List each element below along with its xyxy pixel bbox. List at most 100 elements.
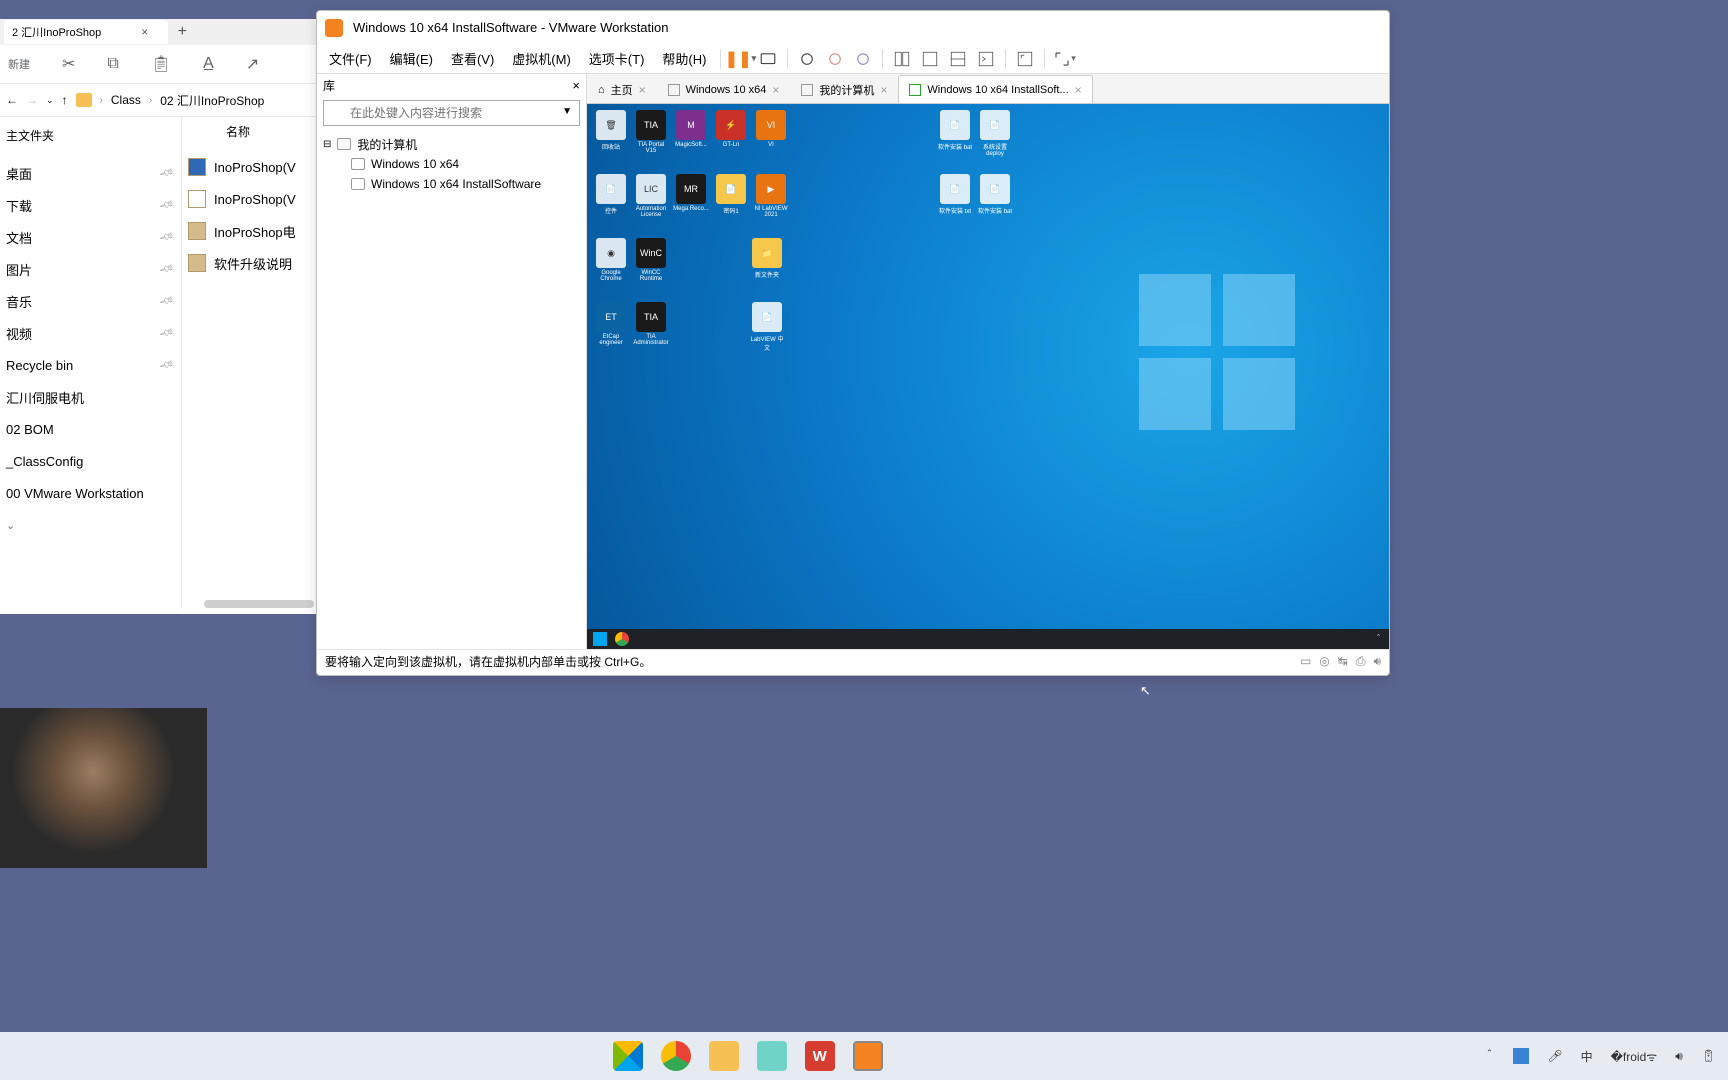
file-row[interactable]: InoProShop(V bbox=[182, 183, 316, 215]
app-icon[interactable] bbox=[757, 1041, 787, 1071]
rename-icon[interactable]: A̲ bbox=[203, 55, 214, 73]
menu-vm[interactable]: 虚拟机(M) bbox=[504, 45, 579, 72]
new-tab-button[interactable]: + bbox=[168, 23, 196, 41]
desktop-icon-folder[interactable]: 📁新文件夹 bbox=[749, 238, 785, 279]
tree-root[interactable]: ⊟ 我的计算机 bbox=[323, 134, 580, 154]
sidebar-item-documents[interactable]: 文档📌︎ bbox=[0, 221, 181, 253]
close-icon[interactable]: × bbox=[639, 83, 646, 97]
desktop-icon-recyclebin[interactable]: 🗑︎回收站 bbox=[593, 110, 629, 154]
breadcrumb-segment[interactable]: 02 汇川InoProShop bbox=[160, 92, 264, 109]
device-sound-icon[interactable]: 🔊︎ bbox=[1373, 654, 1381, 669]
sidebar-item-downloads[interactable]: 下载📌︎ bbox=[0, 189, 181, 221]
sidebar-item[interactable]: 02 BOM bbox=[0, 413, 181, 445]
desktop-icon[interactable]: 📄软件安装 bat bbox=[937, 110, 973, 157]
sidebar-item[interactable]: _ClassConfig bbox=[0, 445, 181, 477]
sidebar-item-desktop[interactable]: 桌面📌︎ bbox=[0, 157, 181, 189]
close-icon[interactable]: × bbox=[1075, 83, 1082, 97]
desktop-icon-chrome[interactable]: ◉Google Chrome bbox=[593, 238, 629, 282]
back-icon[interactable]: ← bbox=[6, 93, 18, 107]
chevron-down-icon[interactable]: ⌄ bbox=[46, 95, 54, 106]
menu-file[interactable]: 文件(F) bbox=[321, 45, 380, 72]
new-button[interactable]: 新建 bbox=[8, 56, 30, 72]
desktop-icon[interactable]: ⚡GT-Ln bbox=[713, 110, 749, 154]
device-net-icon[interactable]: ↹ bbox=[1338, 654, 1348, 669]
sidebar-item-videos[interactable]: 视频📌︎ bbox=[0, 317, 181, 349]
file-row[interactable]: InoProShop(V bbox=[182, 151, 316, 183]
send-ctrl-alt-del-icon[interactable] bbox=[755, 46, 781, 72]
chrome-icon[interactable] bbox=[661, 1041, 691, 1071]
explorer-icon[interactable] bbox=[709, 1041, 739, 1071]
volume-icon[interactable]: 🔊︎ bbox=[1675, 1049, 1683, 1064]
sidebar-item[interactable]: 00 VMware Workstation bbox=[0, 477, 181, 509]
chevron-down-icon[interactable]: ▼ bbox=[562, 106, 572, 117]
snapshot-manager-icon[interactable] bbox=[850, 46, 876, 72]
tab-vm[interactable]: Windows 10 x64× bbox=[657, 75, 791, 103]
share-icon[interactable]: ↗ bbox=[246, 54, 259, 74]
cut-icon[interactable]: ✂︎ bbox=[62, 54, 75, 74]
desktop-icon[interactable]: ETEtCap engineer bbox=[593, 302, 629, 346]
desktop-icon[interactable]: VIVI bbox=[753, 110, 789, 154]
mic-icon[interactable]: 🎤︎ bbox=[1547, 1049, 1562, 1063]
sidebar-item[interactable]: 汇川伺服电机 bbox=[0, 381, 181, 413]
pause-icon[interactable]: ❚❚ ▾ bbox=[727, 46, 753, 72]
close-icon[interactable]: × bbox=[141, 25, 148, 39]
tab-vm-active[interactable]: Windows 10 x64 InstallSoft...× bbox=[898, 75, 1092, 103]
chrome-taskbar-icon[interactable] bbox=[615, 632, 629, 646]
sidebar-item-recyclebin[interactable]: Recycle bin📌︎ bbox=[0, 349, 181, 381]
layout-single-icon[interactable] bbox=[889, 46, 915, 72]
sidebar-item-expand[interactable]: ⌄ bbox=[0, 509, 181, 541]
desktop-icon[interactable]: MRMega Reco... bbox=[673, 174, 709, 218]
tray-app-icon[interactable] bbox=[1513, 1048, 1529, 1064]
explorer-tab[interactable]: 2 汇川InoProShop × bbox=[4, 20, 168, 44]
sidebar-item-music[interactable]: 音乐📌︎ bbox=[0, 285, 181, 317]
tab-home[interactable]: ⌂主页× bbox=[587, 75, 657, 103]
menu-edit[interactable]: 编辑(E) bbox=[382, 45, 441, 72]
guest-taskbar[interactable]: ＾ bbox=[587, 629, 1389, 649]
desktop-icon[interactable]: MMagicSoft... bbox=[673, 110, 709, 154]
desktop-icon[interactable]: 📄系统设置 deploy bbox=[977, 110, 1013, 157]
file-row[interactable]: 软件升级说明 bbox=[182, 247, 316, 279]
desktop-icon[interactable]: LICAutomation License bbox=[633, 174, 669, 218]
guest-desktop[interactable]: 🗑︎回收站 TIATIA Portal V15 MMagicSoft... ⚡G… bbox=[587, 104, 1389, 649]
layout-tile-icon[interactable] bbox=[917, 46, 943, 72]
start-button[interactable] bbox=[593, 632, 607, 646]
snapshot-revert-icon[interactable] bbox=[822, 46, 848, 72]
ime-indicator[interactable]: 中 bbox=[1581, 1048, 1593, 1065]
desktop-icon[interactable]: TIATIA Portal V15 bbox=[633, 110, 669, 154]
vmware-taskbar-icon[interactable] bbox=[853, 1041, 883, 1071]
fullscreen-icon[interactable]: ▾ bbox=[1051, 46, 1077, 72]
menu-tabs[interactable]: 选项卡(T) bbox=[581, 45, 653, 72]
tray-chevron-up-icon[interactable]: ＾ bbox=[1374, 633, 1383, 646]
column-header-name[interactable]: 名称 bbox=[182, 123, 316, 145]
desktop-icon[interactable]: 📄LabVIEW 中文 bbox=[749, 302, 785, 352]
snapshot-take-icon[interactable] bbox=[794, 46, 820, 72]
tray-overflow-icon[interactable]: ＾ bbox=[1483, 1048, 1495, 1065]
battery-icon[interactable]: 🔋︎ bbox=[1701, 1049, 1716, 1063]
sidebar-item-pictures[interactable]: 图片📌︎ bbox=[0, 253, 181, 285]
fit-guest-icon[interactable] bbox=[1012, 46, 1038, 72]
tree-item-vm[interactable]: Windows 10 x64 bbox=[323, 154, 580, 174]
console-icon[interactable] bbox=[973, 46, 999, 72]
desktop-icon[interactable]: 📄密码1 bbox=[713, 174, 749, 218]
tree-item-vm[interactable]: Windows 10 x64 InstallSoftware bbox=[323, 174, 580, 194]
desktop-icon[interactable]: WinCWinCC Runtime bbox=[633, 238, 669, 282]
device-cd-icon[interactable]: ◎ bbox=[1319, 654, 1329, 669]
device-printer-icon[interactable]: ⎙ bbox=[1356, 654, 1366, 669]
menu-help[interactable]: 帮助(H) bbox=[654, 45, 714, 72]
close-icon[interactable]: × bbox=[572, 78, 580, 93]
close-icon[interactable]: × bbox=[772, 83, 779, 97]
vm-guest-display[interactable]: 🗑︎回收站 TIATIA Portal V15 MMagicSoft... ⚡G… bbox=[587, 104, 1389, 649]
start-button[interactable] bbox=[613, 1041, 643, 1071]
file-row[interactable]: InoProShop电 bbox=[182, 215, 316, 247]
forward-icon[interactable]: → bbox=[26, 93, 38, 107]
wps-icon[interactable]: W bbox=[805, 1041, 835, 1071]
unity-icon[interactable] bbox=[945, 46, 971, 72]
collapse-icon[interactable]: ⊟ bbox=[323, 139, 331, 150]
desktop-icon[interactable]: 📄软件安装 txt bbox=[937, 174, 973, 215]
copy-icon[interactable]: ⧉ bbox=[107, 55, 118, 73]
library-search-input[interactable] bbox=[323, 100, 580, 126]
up-icon[interactable]: ↑ bbox=[62, 93, 68, 107]
device-hdd-icon[interactable]: ▭ bbox=[1300, 654, 1311, 669]
wifi-icon[interactable]: �froidᯤ bbox=[1611, 1048, 1658, 1065]
menu-view[interactable]: 查看(V) bbox=[443, 45, 502, 72]
